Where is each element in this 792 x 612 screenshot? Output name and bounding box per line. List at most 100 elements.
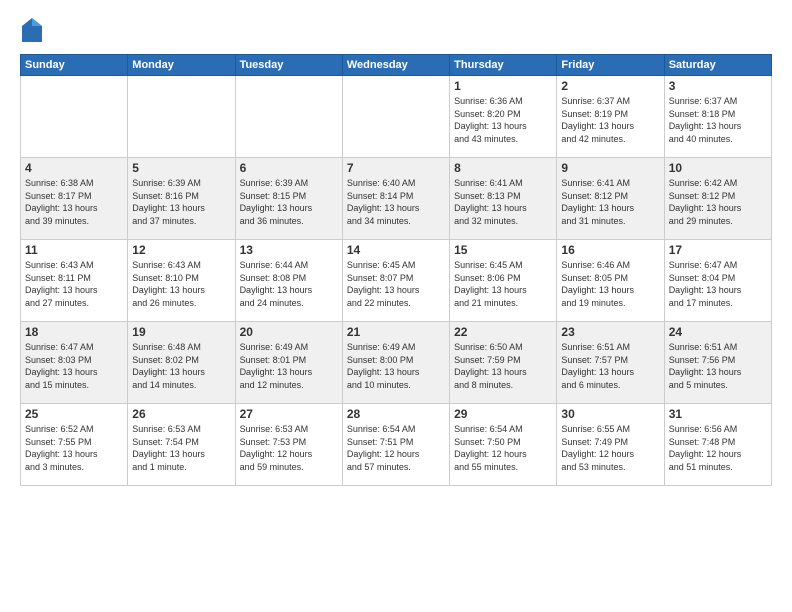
cell-text: Sunrise: 6:53 AM Sunset: 7:53 PM Dayligh… — [240, 423, 338, 473]
calendar-cell — [342, 76, 449, 158]
cell-text: Sunrise: 6:46 AM Sunset: 8:05 PM Dayligh… — [561, 259, 659, 309]
cell-text: Sunrise: 6:36 AM Sunset: 8:20 PM Dayligh… — [454, 95, 552, 145]
day-number: 28 — [347, 407, 445, 421]
cell-text: Sunrise: 6:49 AM Sunset: 8:01 PM Dayligh… — [240, 341, 338, 391]
page: SundayMondayTuesdayWednesdayThursdayFrid… — [0, 0, 792, 612]
day-number: 10 — [669, 161, 767, 175]
day-number: 5 — [132, 161, 230, 175]
calendar-cell: 27 Sunrise: 6:53 AM Sunset: 7:53 PM Dayli… — [235, 404, 342, 486]
cell-text: Sunrise: 6:39 AM Sunset: 8:15 PM Dayligh… — [240, 177, 338, 227]
calendar-cell — [128, 76, 235, 158]
calendar: SundayMondayTuesdayWednesdayThursdayFrid… — [20, 54, 772, 486]
day-number: 17 — [669, 243, 767, 257]
calendar-row: 1 Sunrise: 6:36 AM Sunset: 8:20 PM Daylig… — [21, 76, 772, 158]
day-number: 1 — [454, 79, 552, 93]
cell-text: Sunrise: 6:42 AM Sunset: 8:12 PM Dayligh… — [669, 177, 767, 227]
cell-text: Sunrise: 6:51 AM Sunset: 7:56 PM Dayligh… — [669, 341, 767, 391]
calendar-row: 4 Sunrise: 6:38 AM Sunset: 8:17 PM Daylig… — [21, 158, 772, 240]
day-number: 31 — [669, 407, 767, 421]
day-number: 2 — [561, 79, 659, 93]
weekday-header-row: SundayMondayTuesdayWednesdayThursdayFrid… — [21, 55, 772, 76]
calendar-cell: 4 Sunrise: 6:38 AM Sunset: 8:17 PM Daylig… — [21, 158, 128, 240]
header — [20, 16, 772, 44]
cell-text: Sunrise: 6:51 AM Sunset: 7:57 PM Dayligh… — [561, 341, 659, 391]
cell-text: Sunrise: 6:52 AM Sunset: 7:55 PM Dayligh… — [25, 423, 123, 473]
calendar-cell: 5 Sunrise: 6:39 AM Sunset: 8:16 PM Daylig… — [128, 158, 235, 240]
weekday-header: Tuesday — [235, 55, 342, 76]
cell-text: Sunrise: 6:48 AM Sunset: 8:02 PM Dayligh… — [132, 341, 230, 391]
calendar-row: 11 Sunrise: 6:43 AM Sunset: 8:11 PM Dayli… — [21, 240, 772, 322]
day-number: 15 — [454, 243, 552, 257]
weekday-header: Wednesday — [342, 55, 449, 76]
day-number: 27 — [240, 407, 338, 421]
day-number: 25 — [25, 407, 123, 421]
cell-text: Sunrise: 6:54 AM Sunset: 7:51 PM Dayligh… — [347, 423, 445, 473]
day-number: 4 — [25, 161, 123, 175]
calendar-cell: 2 Sunrise: 6:37 AM Sunset: 8:19 PM Daylig… — [557, 76, 664, 158]
calendar-cell: 6 Sunrise: 6:39 AM Sunset: 8:15 PM Daylig… — [235, 158, 342, 240]
day-number: 30 — [561, 407, 659, 421]
cell-text: Sunrise: 6:41 AM Sunset: 8:13 PM Dayligh… — [454, 177, 552, 227]
day-number: 20 — [240, 325, 338, 339]
day-number: 7 — [347, 161, 445, 175]
calendar-cell: 24 Sunrise: 6:51 AM Sunset: 7:56 PM Dayli… — [664, 322, 771, 404]
weekday-header: Monday — [128, 55, 235, 76]
calendar-cell: 20 Sunrise: 6:49 AM Sunset: 8:01 PM Dayli… — [235, 322, 342, 404]
calendar-cell: 12Sunrise: 6:43 AM Sunset: 8:10 PM Dayli… — [128, 240, 235, 322]
calendar-cell: 11 Sunrise: 6:43 AM Sunset: 8:11 PM Dayli… — [21, 240, 128, 322]
day-number: 19 — [132, 325, 230, 339]
cell-text: Sunrise: 6:37 AM Sunset: 8:19 PM Dayligh… — [561, 95, 659, 145]
calendar-row: 18 Sunrise: 6:47 AM Sunset: 8:03 PM Dayli… — [21, 322, 772, 404]
calendar-cell: 1 Sunrise: 6:36 AM Sunset: 8:20 PM Daylig… — [450, 76, 557, 158]
weekday-header: Sunday — [21, 55, 128, 76]
weekday-header: Saturday — [664, 55, 771, 76]
cell-text: Sunrise: 6:47 AM Sunset: 8:03 PM Dayligh… — [25, 341, 123, 391]
cell-text: Sunrise: 6:39 AM Sunset: 8:16 PM Dayligh… — [132, 177, 230, 227]
calendar-cell: 31 Sunrise: 6:56 AM Sunset: 7:48 PM Dayli… — [664, 404, 771, 486]
calendar-cell: 23Sunrise: 6:51 AM Sunset: 7:57 PM Dayli… — [557, 322, 664, 404]
day-number: 24 — [669, 325, 767, 339]
calendar-cell: 9 Sunrise: 6:41 AM Sunset: 8:12 PM Daylig… — [557, 158, 664, 240]
cell-text: Sunrise: 6:53 AM Sunset: 7:54 PM Dayligh… — [132, 423, 230, 473]
cell-text: Sunrise: 6:43 AM Sunset: 8:10 PM Dayligh… — [132, 259, 230, 309]
calendar-cell: 17 Sunrise: 6:47 AM Sunset: 8:04 PM Dayli… — [664, 240, 771, 322]
calendar-cell — [21, 76, 128, 158]
logo-icon — [20, 16, 44, 44]
cell-text: Sunrise: 6:37 AM Sunset: 8:18 PM Dayligh… — [669, 95, 767, 145]
calendar-cell: 3 Sunrise: 6:37 AM Sunset: 8:18 PM Daylig… — [664, 76, 771, 158]
day-number: 8 — [454, 161, 552, 175]
cell-text: Sunrise: 6:50 AM Sunset: 7:59 PM Dayligh… — [454, 341, 552, 391]
cell-text: Sunrise: 6:43 AM Sunset: 8:11 PM Dayligh… — [25, 259, 123, 309]
day-number: 18 — [25, 325, 123, 339]
calendar-cell: 18 Sunrise: 6:47 AM Sunset: 8:03 PM Dayli… — [21, 322, 128, 404]
calendar-cell: 28 Sunrise: 6:54 AM Sunset: 7:51 PM Dayli… — [342, 404, 449, 486]
cell-text: Sunrise: 6:44 AM Sunset: 8:08 PM Dayligh… — [240, 259, 338, 309]
calendar-cell: 10 Sunrise: 6:42 AM Sunset: 8:12 PM Dayli… — [664, 158, 771, 240]
day-number: 13 — [240, 243, 338, 257]
calendar-cell: 8 Sunrise: 6:41 AM Sunset: 8:13 PM Daylig… — [450, 158, 557, 240]
day-number: 29 — [454, 407, 552, 421]
logo — [20, 16, 48, 44]
day-number: 9 — [561, 161, 659, 175]
weekday-header: Thursday — [450, 55, 557, 76]
day-number: 22 — [454, 325, 552, 339]
cell-text: Sunrise: 6:40 AM Sunset: 8:14 PM Dayligh… — [347, 177, 445, 227]
calendar-cell: 14Sunrise: 6:45 AM Sunset: 8:07 PM Dayli… — [342, 240, 449, 322]
cell-text: Sunrise: 6:38 AM Sunset: 8:17 PM Dayligh… — [25, 177, 123, 227]
day-number: 11 — [25, 243, 123, 257]
cell-text: Sunrise: 6:41 AM Sunset: 8:12 PM Dayligh… — [561, 177, 659, 227]
cell-text: Sunrise: 6:49 AM Sunset: 8:00 PM Dayligh… — [347, 341, 445, 391]
calendar-row: 25 Sunrise: 6:52 AM Sunset: 7:55 PM Dayli… — [21, 404, 772, 486]
cell-text: Sunrise: 6:56 AM Sunset: 7:48 PM Dayligh… — [669, 423, 767, 473]
calendar-cell: 15Sunrise: 6:45 AM Sunset: 8:06 PM Dayli… — [450, 240, 557, 322]
weekday-header: Friday — [557, 55, 664, 76]
day-number: 3 — [669, 79, 767, 93]
calendar-cell: 21Sunrise: 6:49 AM Sunset: 8:00 PM Dayli… — [342, 322, 449, 404]
day-number: 26 — [132, 407, 230, 421]
calendar-cell: 7 Sunrise: 6:40 AM Sunset: 8:14 PM Daylig… — [342, 158, 449, 240]
cell-text: Sunrise: 6:47 AM Sunset: 8:04 PM Dayligh… — [669, 259, 767, 309]
calendar-cell: 13 Sunrise: 6:44 AM Sunset: 8:08 PM Dayli… — [235, 240, 342, 322]
cell-text: Sunrise: 6:55 AM Sunset: 7:49 PM Dayligh… — [561, 423, 659, 473]
cell-text: Sunrise: 6:54 AM Sunset: 7:50 PM Dayligh… — [454, 423, 552, 473]
day-number: 6 — [240, 161, 338, 175]
